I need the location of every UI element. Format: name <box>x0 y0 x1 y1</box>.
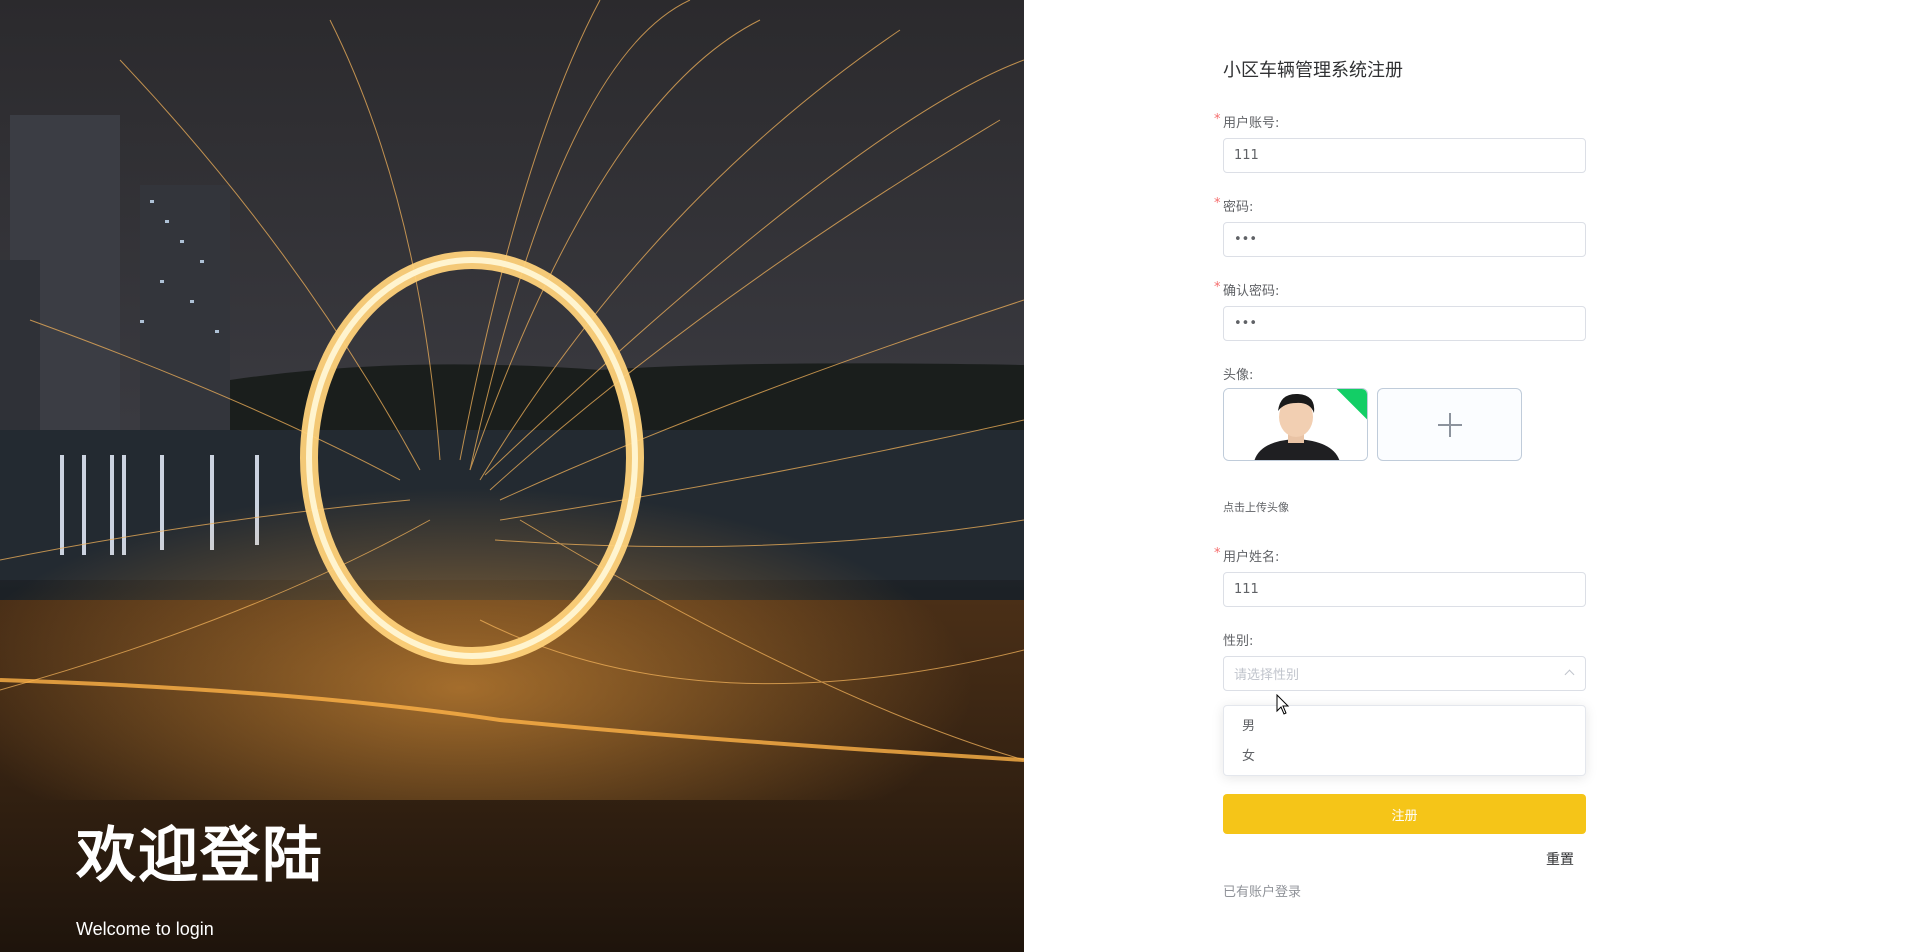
avatar-label-text: 头像: <box>1223 368 1254 383</box>
login-link[interactable]: 已有账户登录 <box>1223 881 1301 900</box>
gender-label: 性别: <box>1223 630 1253 649</box>
password-input[interactable]: ••• <box>1223 222 1586 257</box>
welcome-title: 欢迎登陆 <box>76 821 324 891</box>
name-label-text: 用户姓名: <box>1223 550 1280 565</box>
password-input-value: ••• <box>1234 232 1258 247</box>
confirm-password-input-value: ••• <box>1234 316 1258 331</box>
reset-button[interactable]: 重置 <box>1546 849 1574 869</box>
form-title: 小区车辆管理系统注册 <box>1223 60 1403 81</box>
name-input[interactable]: 111 <box>1223 572 1586 607</box>
required-mark: * <box>1214 196 1221 211</box>
chevron-up-icon <box>1564 669 1575 680</box>
required-mark: * <box>1214 112 1221 127</box>
plus-icon <box>1437 412 1462 437</box>
confirm-password-label: * 确认密码: <box>1214 280 1280 299</box>
avatar-thumbnail[interactable] <box>1223 388 1368 461</box>
name-input-value: 111 <box>1234 582 1259 597</box>
avatar-upload-button[interactable] <box>1377 388 1522 461</box>
avatar-label: 头像: <box>1223 364 1253 383</box>
name-label: * 用户姓名: <box>1214 546 1280 565</box>
confirm-password-input[interactable]: ••• <box>1223 306 1586 341</box>
password-label: * 密码: <box>1214 196 1254 215</box>
required-mark: * <box>1214 546 1221 561</box>
confirm-password-label-text: 确认密码: <box>1223 284 1280 299</box>
avatar-upload-tip: 点击上传头像 <box>1223 501 1289 514</box>
gender-option-male[interactable]: 男 <box>1224 712 1585 742</box>
welcome-subtitle: Welcome to login <box>76 919 214 939</box>
register-button[interactable]: 注册 <box>1223 794 1586 834</box>
gender-label-text: 性别: <box>1223 634 1254 649</box>
gender-option-female[interactable]: 女 <box>1224 742 1585 772</box>
account-input[interactable]: 111 <box>1223 138 1586 173</box>
gender-select-placeholder: 请选择性别 <box>1234 668 1300 683</box>
hero-background-image <box>0 0 1024 952</box>
required-mark: * <box>1214 280 1221 295</box>
password-label-text: 密码: <box>1223 200 1254 215</box>
gender-select[interactable]: 请选择性别 <box>1223 656 1586 691</box>
account-label: * 用户账号: <box>1214 112 1280 131</box>
mouse-cursor-icon <box>1276 694 1290 715</box>
register-panel: 小区车辆管理系统注册 * 用户账号: 111 * 密码: ••• * 确认密码:… <box>1024 0 1920 952</box>
hero-panel: 欢迎登陆 Welcome to login <box>0 0 1024 952</box>
account-label-text: 用户账号: <box>1223 116 1280 131</box>
account-input-value: 111 <box>1234 148 1259 163</box>
avatar-photo <box>1224 389 1367 460</box>
